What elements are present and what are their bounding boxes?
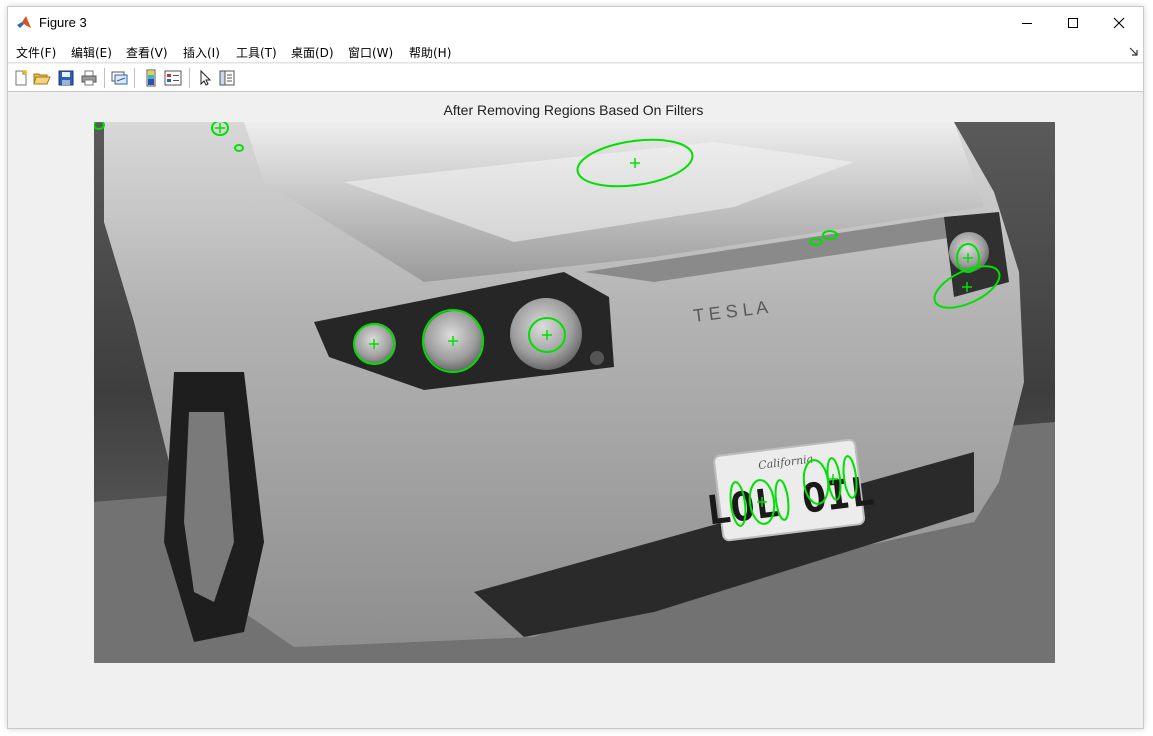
menu-tools[interactable]: 工具(T) [236, 44, 277, 61]
menu-bar: 文件(F) 编辑(E) 查看(V) 插入(I) 工具(T) 桌面(D) 窗口(W… [8, 39, 1143, 63]
figure-window: Figure 3 文件(F) 编辑(E) 查看(V) 插入(I) 工具(T) 桌… [7, 6, 1144, 729]
menu-window[interactable]: 窗口(W) [348, 44, 393, 61]
maximize-button[interactable] [1050, 7, 1096, 39]
close-button[interactable] [1096, 7, 1142, 39]
minimize-icon [1022, 23, 1032, 24]
title-bar[interactable]: Figure 3 [8, 7, 1143, 39]
menu-desktop[interactable]: 桌面(D) [291, 44, 334, 61]
image-axes[interactable]: T E S L A California LOL OIL [94, 122, 1055, 663]
new-figure-icon[interactable] [12, 69, 30, 87]
figure-toolbar [8, 64, 1143, 92]
colorbar-icon[interactable] [142, 69, 160, 87]
edit-plot-pointer-icon[interactable] [196, 69, 214, 87]
open-file-icon[interactable] [33, 69, 51, 87]
menu-file[interactable]: 文件(F) [16, 44, 56, 61]
figure-canvas: After Removing Regions Based On Filters [8, 93, 1143, 728]
toolbar-separator [134, 68, 135, 88]
menu-view[interactable]: 查看(V) [126, 44, 168, 61]
reflector [590, 351, 604, 365]
menu-insert[interactable]: 插入(I) [183, 44, 220, 61]
print-icon[interactable] [80, 69, 98, 87]
dock-arrow-icon[interactable] [1129, 47, 1139, 57]
maximize-icon [1068, 18, 1078, 28]
legend-icon[interactable] [164, 69, 182, 87]
tail-lamp-right [510, 298, 582, 370]
window-title: Figure 3 [39, 15, 87, 30]
toolbar-separator [104, 68, 105, 88]
menu-help[interactable]: 帮助(H) [409, 44, 451, 61]
matlab-logo-icon [17, 16, 31, 28]
toolbar-separator [189, 68, 190, 88]
plot-title: After Removing Regions Based On Filters [443, 102, 704, 118]
close-icon [1113, 17, 1125, 29]
menu-edit[interactable]: 编辑(E) [71, 44, 112, 61]
property-inspector-icon[interactable] [218, 69, 236, 87]
link-plot-icon[interactable] [110, 69, 128, 87]
minimize-button[interactable] [1004, 7, 1050, 39]
save-icon[interactable] [57, 69, 75, 87]
